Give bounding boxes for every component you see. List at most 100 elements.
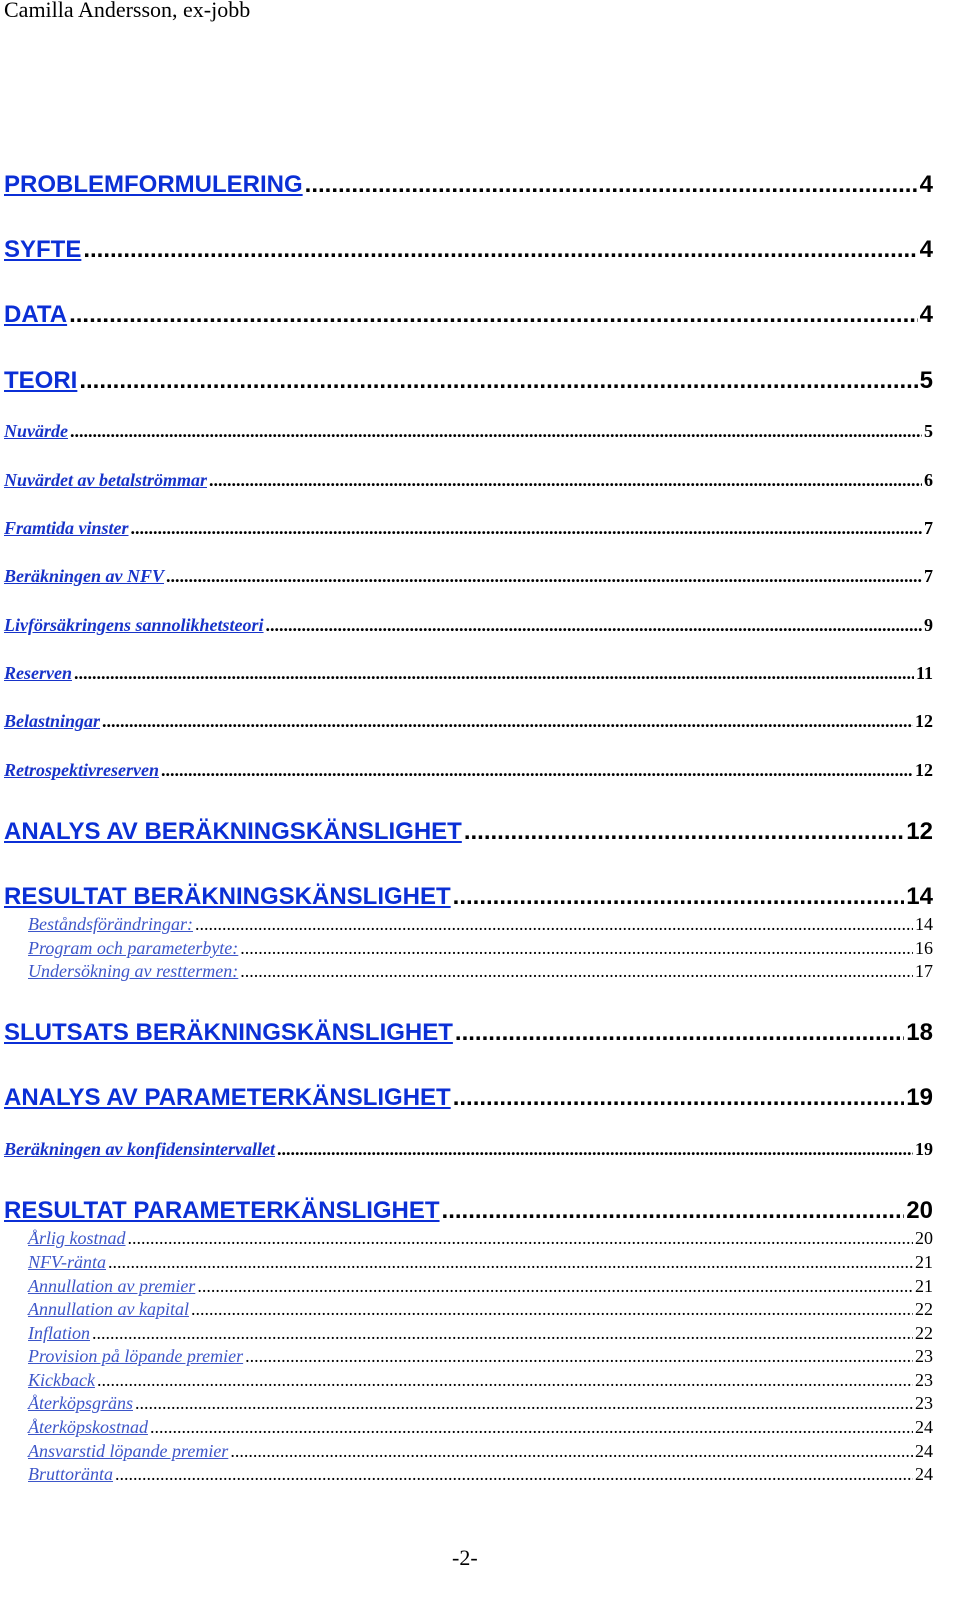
toc-entry-link[interactable]: Nuvärdet av betalströmmar <box>4 470 207 491</box>
toc-entry[interactable]: Bruttoränta 24 <box>28 1464 933 1486</box>
toc-page-number: 9 <box>924 615 933 635</box>
toc-entry[interactable]: Inflation 22 <box>28 1323 933 1345</box>
toc-entry[interactable]: Annullation av premier 21 <box>28 1276 933 1298</box>
toc-entry-link[interactable]: Provision på löpande premier <box>28 1346 243 1367</box>
dot-leader <box>70 421 922 442</box>
toc-entry[interactable]: SLUTSATS BERÄKNINGSKÄNSLIGHET 18 <box>4 1019 933 1049</box>
toc-page-number: 23 <box>915 1393 933 1413</box>
dot-leader <box>69 301 918 329</box>
toc-page-number: 22 <box>915 1323 933 1343</box>
toc-entry[interactable]: RESULTAT PARAMETERKÄNSLIGHET 20 <box>4 1197 933 1227</box>
toc-page-number: 12 <box>915 711 933 731</box>
toc-entry-link[interactable]: Beräkningen av konfidensintervallet <box>4 1139 275 1160</box>
toc-entry[interactable]: Årlig kostnad 20 <box>28 1228 933 1250</box>
toc-entry[interactable]: Nuvärdet av betalströmmar 6 <box>4 470 933 492</box>
toc-entry-link[interactable]: Årlig kostnad <box>28 1228 126 1249</box>
toc-entry[interactable]: Livförsäkringens sannolikhetsteori 9 <box>4 615 933 637</box>
toc-page-number: 24 <box>915 1417 933 1437</box>
toc-entry[interactable]: Beståndsförändringar: 14 <box>28 914 933 936</box>
dot-leader <box>74 663 914 684</box>
toc-entry-link[interactable]: Livförsäkringens sannolikhetsteori <box>4 615 264 636</box>
toc-entry[interactable]: DATA 4 <box>4 301 933 331</box>
toc-entry-link[interactable]: Program och parameterbyte: <box>28 938 238 959</box>
toc-entry-link[interactable]: Annullation av kapital <box>28 1299 189 1320</box>
toc-entry-link[interactable]: Bruttoränta <box>28 1464 113 1485</box>
toc-entry[interactable]: SYFTE 4 <box>4 236 933 266</box>
toc-entry-link[interactable]: Annullation av premier <box>28 1276 195 1297</box>
toc-entry[interactable]: Provision på löpande premier 23 <box>28 1346 933 1368</box>
toc-entry-link[interactable]: Nuvärde <box>4 421 68 442</box>
toc-entry-link[interactable]: Återköpskostnad <box>28 1417 148 1438</box>
dot-leader <box>108 1252 913 1273</box>
toc-entry-link[interactable]: Framtida vinster <box>4 518 129 539</box>
dot-leader <box>464 818 904 846</box>
dot-leader <box>191 1299 913 1320</box>
dot-leader <box>161 760 913 781</box>
toc-entry[interactable]: Återköpsgräns 23 <box>28 1393 933 1415</box>
toc-entry[interactable]: RESULTAT BERÄKNINGSKÄNSLIGHET 14 <box>4 883 933 913</box>
toc-entry[interactable]: Beräkningen av konfidensintervallet 19 <box>4 1139 933 1161</box>
toc-entry-link[interactable]: Beräkningen av NFV <box>4 566 164 587</box>
toc-page-number: 12 <box>915 760 933 780</box>
toc-entry-link[interactable]: Beståndsförändringar: <box>28 914 193 935</box>
toc-entry-link[interactable]: Inflation <box>28 1323 90 1344</box>
toc-entry[interactable]: Retrospektivreserven 12 <box>4 760 933 782</box>
toc-entry[interactable]: Ansvarstid löpande premier 24 <box>28 1441 933 1463</box>
toc-entry-link[interactable]: Reserven <box>4 663 72 684</box>
toc-entry[interactable]: Belastningar 12 <box>4 711 933 733</box>
toc-page-number: 4 <box>919 171 933 198</box>
toc-entry-link[interactable]: ANALYS AV PARAMETERKÄNSLIGHET <box>4 1084 451 1112</box>
toc-page-number: 24 <box>915 1464 933 1484</box>
toc-entry-link[interactable]: NFV-ränta <box>28 1252 106 1273</box>
toc-entry-link[interactable]: ANALYS AV BERÄKNINGSKÄNSLIGHET <box>4 818 462 846</box>
toc-entry-link[interactable]: TEORI <box>4 367 77 395</box>
toc-entry-link[interactable]: Undersökning av resttermen: <box>28 961 238 982</box>
dot-leader <box>197 1276 913 1297</box>
toc-entry[interactable]: Program och parameterbyte: 16 <box>28 938 933 960</box>
toc-entry[interactable]: PROBLEMFORMULERING 4 <box>4 171 933 201</box>
toc-entry-link[interactable]: RESULTAT BERÄKNINGSKÄNSLIGHET <box>4 883 451 911</box>
dot-leader <box>277 1139 913 1160</box>
toc-page-number: 21 <box>915 1276 933 1296</box>
toc-entry-link[interactable]: SLUTSATS BERÄKNINGSKÄNSLIGHET <box>4 1019 453 1047</box>
dot-leader <box>150 1417 913 1438</box>
toc-entry-link[interactable]: Kickback <box>28 1370 95 1391</box>
dot-leader <box>266 615 922 636</box>
toc-entry[interactable]: TEORI 5 <box>4 367 933 397</box>
toc-entry[interactable]: Framtida vinster 7 <box>4 518 933 540</box>
toc-entry[interactable]: Återköpskostnad 24 <box>28 1417 933 1439</box>
dot-leader <box>209 470 922 491</box>
toc-entry-link[interactable]: RESULTAT PARAMETERKÄNSLIGHET <box>4 1197 440 1225</box>
toc-entry[interactable]: Nuvärde 5 <box>4 421 933 443</box>
toc-entry[interactable]: Reserven 11 <box>4 663 933 685</box>
toc-entry[interactable]: Beräkningen av NFV 7 <box>4 566 933 588</box>
toc-entry[interactable]: Kickback 23 <box>28 1370 933 1392</box>
toc-entry[interactable]: ANALYS AV PARAMETERKÄNSLIGHET 19 <box>4 1084 933 1114</box>
toc-page-number: 4 <box>919 236 933 263</box>
toc-page-number: 5 <box>919 367 933 394</box>
toc-page-number: 16 <box>915 938 933 958</box>
dot-leader <box>240 961 913 982</box>
toc-page-number: 17 <box>915 961 933 981</box>
toc-entry-link[interactable]: SYFTE <box>4 236 81 264</box>
toc-entry[interactable]: ANALYS AV BERÄKNINGSKÄNSLIGHET 12 <box>4 818 933 848</box>
toc-page-number: 23 <box>915 1370 933 1390</box>
toc-page-number: 24 <box>915 1441 933 1461</box>
toc-entry[interactable]: Undersökning av resttermen: 17 <box>28 961 933 983</box>
dot-leader <box>305 171 918 199</box>
dot-leader <box>455 1019 904 1047</box>
toc-entry-link[interactable]: Återköpsgräns <box>28 1393 133 1414</box>
toc-entry[interactable]: NFV-ränta 21 <box>28 1252 933 1274</box>
toc-entry-link[interactable]: DATA <box>4 301 67 329</box>
running-header: Camilla Andersson, ex-jobb <box>4 0 251 22</box>
toc-page-number: 7 <box>924 518 933 538</box>
toc-entry-link[interactable]: Retrospektivreserven <box>4 760 159 781</box>
toc-entry-link[interactable]: Belastningar <box>4 711 100 732</box>
toc-entry[interactable]: Annullation av kapital 22 <box>28 1299 933 1321</box>
toc-page-number: 19 <box>906 1084 933 1111</box>
dot-leader <box>166 566 922 587</box>
toc-page-number: 19 <box>915 1139 933 1159</box>
toc-entry-link[interactable]: Ansvarstid löpande premier <box>28 1441 228 1462</box>
toc-page-number: 14 <box>915 914 933 934</box>
toc-entry-link[interactable]: PROBLEMFORMULERING <box>4 171 303 199</box>
